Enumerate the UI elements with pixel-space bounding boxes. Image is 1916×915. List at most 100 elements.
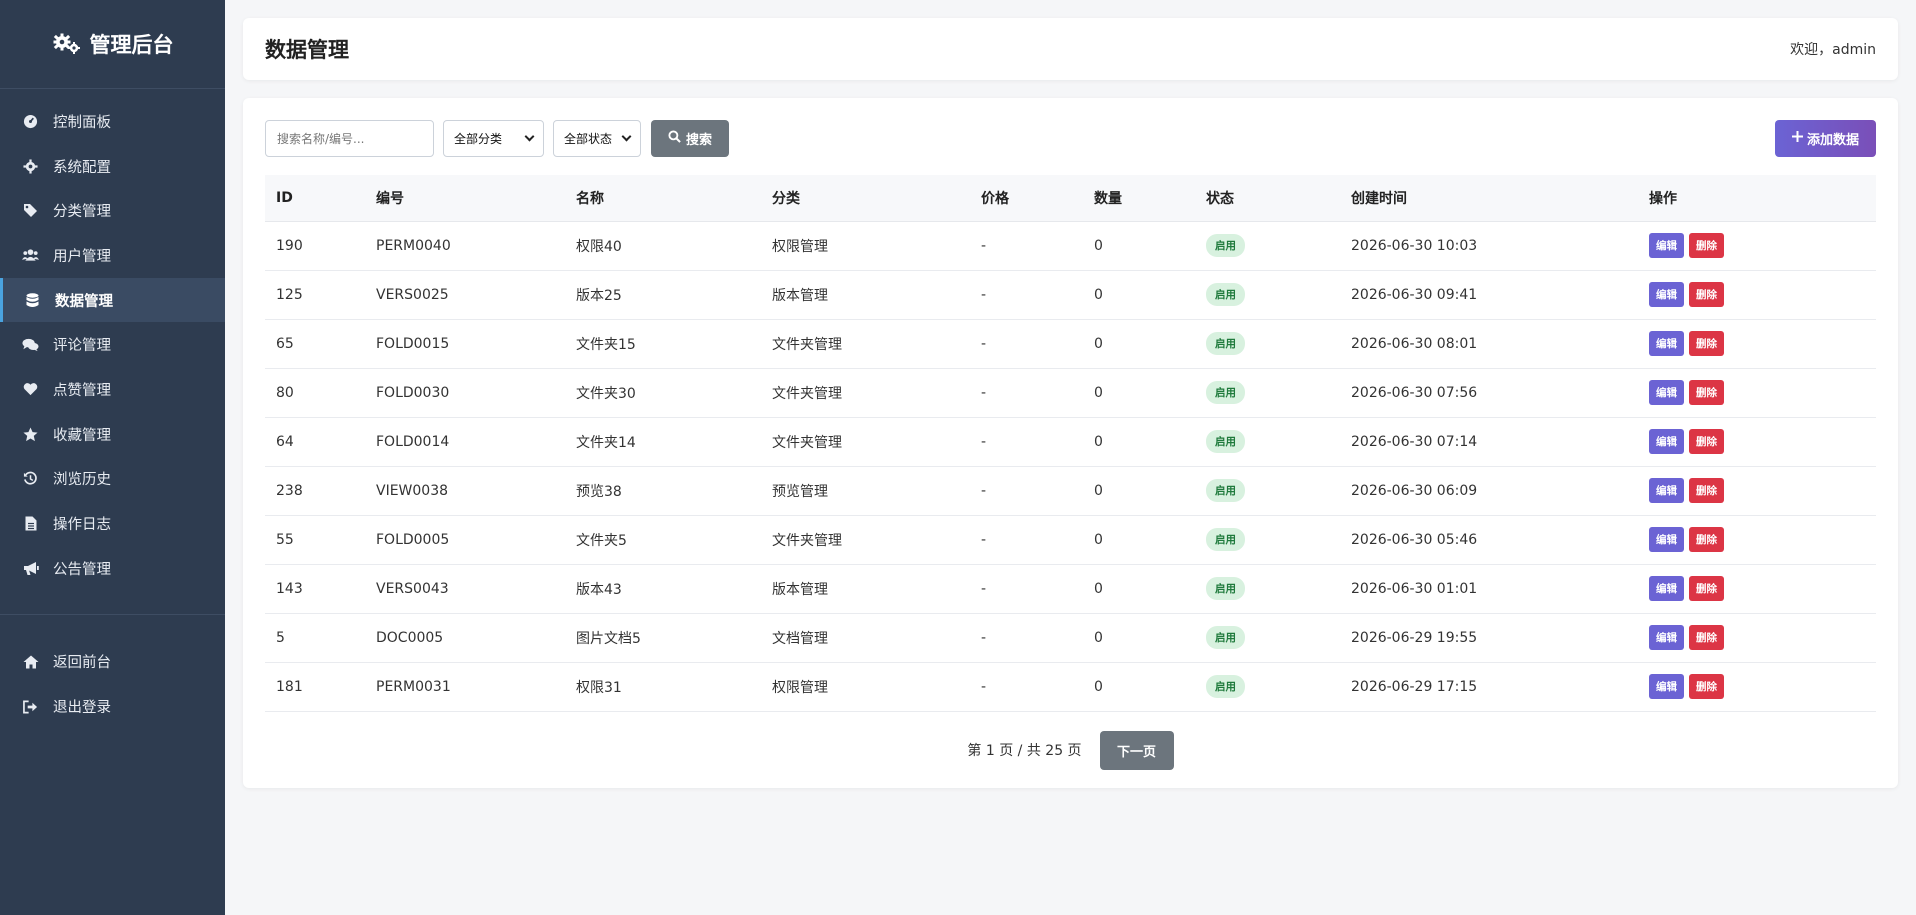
welcome-text: 欢迎，admin [1790, 42, 1876, 58]
edit-button[interactable]: 编辑 [1649, 331, 1684, 356]
history-icon [22, 470, 39, 487]
delete-button[interactable]: 删除 [1689, 429, 1724, 454]
sidebar-item-logout[interactable]: 退出登录 [0, 684, 225, 729]
category-select-value: 全部分类 [454, 132, 503, 146]
column-header-actions: 操作 [1638, 175, 1876, 222]
cell-id: 190 [265, 221, 365, 271]
edit-button[interactable]: 编辑 [1649, 233, 1684, 258]
sign-out-icon [22, 698, 39, 715]
cell-created: 2026-06-30 10:03 [1340, 221, 1638, 271]
sidebar-item-logs[interactable]: 操作日志 [0, 501, 225, 546]
cell-price: - [970, 270, 1083, 320]
cell-price: - [970, 368, 1083, 418]
cell-status: 启用 [1195, 564, 1340, 614]
status-badge: 启用 [1206, 332, 1245, 355]
cell-quantity: 0 [1083, 417, 1195, 467]
filter-toolbar: 全部分类 全部状态 搜索 添加数据 [265, 120, 1876, 157]
sidebar-item-label: 用户管理 [53, 248, 111, 265]
cell-quantity: 0 [1083, 270, 1195, 320]
delete-button[interactable]: 删除 [1689, 380, 1724, 405]
table-row: 55 FOLD0005 文件夹5 文件夹管理 - 0 启用 2026-06-30… [265, 515, 1876, 565]
edit-button[interactable]: 编辑 [1649, 429, 1684, 454]
search-button[interactable]: 搜索 [651, 120, 729, 157]
home-icon [22, 653, 39, 670]
cell-quantity: 0 [1083, 368, 1195, 418]
table-body: 190 PERM0040 权限40 权限管理 - 0 启用 2026-06-30… [265, 221, 1876, 712]
cell-name: 文件夹15 [565, 319, 761, 369]
sidebar: 管理后台 控制面板 系统配置 分类管理 用户管理 数据管理 评论管理 点赞管理 … [0, 0, 225, 915]
cell-code: VERS0043 [365, 564, 565, 614]
column-header-category: 分类 [761, 175, 970, 222]
sidebar-item-label: 操作日志 [53, 517, 111, 534]
delete-button[interactable]: 删除 [1689, 527, 1724, 552]
star-icon [22, 426, 39, 443]
cell-actions: 编辑 删除 [1638, 662, 1876, 712]
column-header-code: 编号 [365, 175, 565, 222]
edit-button[interactable]: 编辑 [1649, 674, 1684, 699]
cell-actions: 编辑 删除 [1638, 319, 1876, 369]
sidebar-item-likes[interactable]: 点赞管理 [0, 367, 225, 412]
cell-id: 55 [265, 515, 365, 565]
plus-icon [1791, 131, 1803, 146]
status-select[interactable]: 全部状态 [553, 120, 641, 157]
cell-id: 65 [265, 319, 365, 369]
edit-button[interactable]: 编辑 [1649, 527, 1684, 552]
sidebar-item-history[interactable]: 浏览历史 [0, 457, 225, 502]
cell-category: 文档管理 [761, 613, 970, 663]
table-row: 181 PERM0031 权限31 权限管理 - 0 启用 2026-06-29… [265, 662, 1876, 712]
sidebar-item-favorites[interactable]: 收藏管理 [0, 412, 225, 457]
edit-button[interactable]: 编辑 [1649, 380, 1684, 405]
edit-button[interactable]: 编辑 [1649, 282, 1684, 307]
cell-price: - [970, 417, 1083, 467]
sidebar-item-dashboard[interactable]: 控制面板 [0, 99, 225, 144]
cell-name: 版本43 [565, 564, 761, 614]
table-row: 80 FOLD0030 文件夹30 文件夹管理 - 0 启用 2026-06-3… [265, 368, 1876, 418]
delete-button[interactable]: 删除 [1689, 625, 1724, 650]
edit-button[interactable]: 编辑 [1649, 576, 1684, 601]
cell-id: 143 [265, 564, 365, 614]
column-header-created: 创建时间 [1340, 175, 1638, 222]
cell-created: 2026-06-30 05:46 [1340, 515, 1638, 565]
sidebar-item-data[interactable]: 数据管理 [0, 277, 225, 323]
edit-button[interactable]: 编辑 [1649, 478, 1684, 503]
sidebar-item-users[interactable]: 用户管理 [0, 233, 225, 278]
cell-name: 文件夹5 [565, 515, 761, 565]
sidebar-item-label: 系统配置 [53, 159, 111, 176]
edit-button[interactable]: 编辑 [1649, 625, 1684, 650]
cell-actions: 编辑 删除 [1638, 270, 1876, 320]
sidebar-item-announcements[interactable]: 公告管理 [0, 546, 225, 591]
search-input[interactable] [265, 120, 434, 157]
add-data-button[interactable]: 添加数据 [1775, 120, 1876, 157]
cell-status: 启用 [1195, 221, 1340, 271]
cell-id: 5 [265, 613, 365, 663]
sidebar-item-label: 浏览历史 [53, 472, 111, 489]
next-page-button[interactable]: 下一页 [1099, 730, 1174, 770]
search-icon [668, 130, 681, 147]
delete-button[interactable]: 删除 [1689, 331, 1724, 356]
sidebar-item-system-config[interactable]: 系统配置 [0, 144, 225, 189]
cell-code: PERM0031 [365, 662, 565, 712]
cell-actions: 编辑 删除 [1638, 466, 1876, 516]
sidebar-nav: 控制面板 系统配置 分类管理 用户管理 数据管理 评论管理 点赞管理 收藏管理 … [0, 89, 225, 729]
cell-status: 启用 [1195, 515, 1340, 565]
cell-price: - [970, 466, 1083, 516]
delete-button[interactable]: 删除 [1689, 478, 1724, 503]
category-select[interactable]: 全部分类 [443, 120, 544, 157]
cell-actions: 编辑 删除 [1638, 515, 1876, 565]
cell-code: FOLD0015 [365, 319, 565, 369]
delete-button[interactable]: 删除 [1689, 282, 1724, 307]
delete-button[interactable]: 删除 [1689, 576, 1724, 601]
cell-name: 图片文档5 [565, 613, 761, 663]
cell-code: FOLD0014 [365, 417, 565, 467]
cell-price: - [970, 221, 1083, 271]
cell-status: 启用 [1195, 319, 1340, 369]
sidebar-item-category[interactable]: 分类管理 [0, 188, 225, 233]
cell-code: DOC0005 [365, 613, 565, 663]
sidebar-item-comments[interactable]: 评论管理 [0, 322, 225, 367]
sidebar-item-label: 数据管理 [55, 293, 113, 310]
cell-quantity: 0 [1083, 466, 1195, 516]
sidebar-item-frontend[interactable]: 返回前台 [0, 640, 225, 685]
delete-button[interactable]: 删除 [1689, 674, 1724, 699]
delete-button[interactable]: 删除 [1689, 233, 1724, 258]
cell-price: - [970, 319, 1083, 369]
